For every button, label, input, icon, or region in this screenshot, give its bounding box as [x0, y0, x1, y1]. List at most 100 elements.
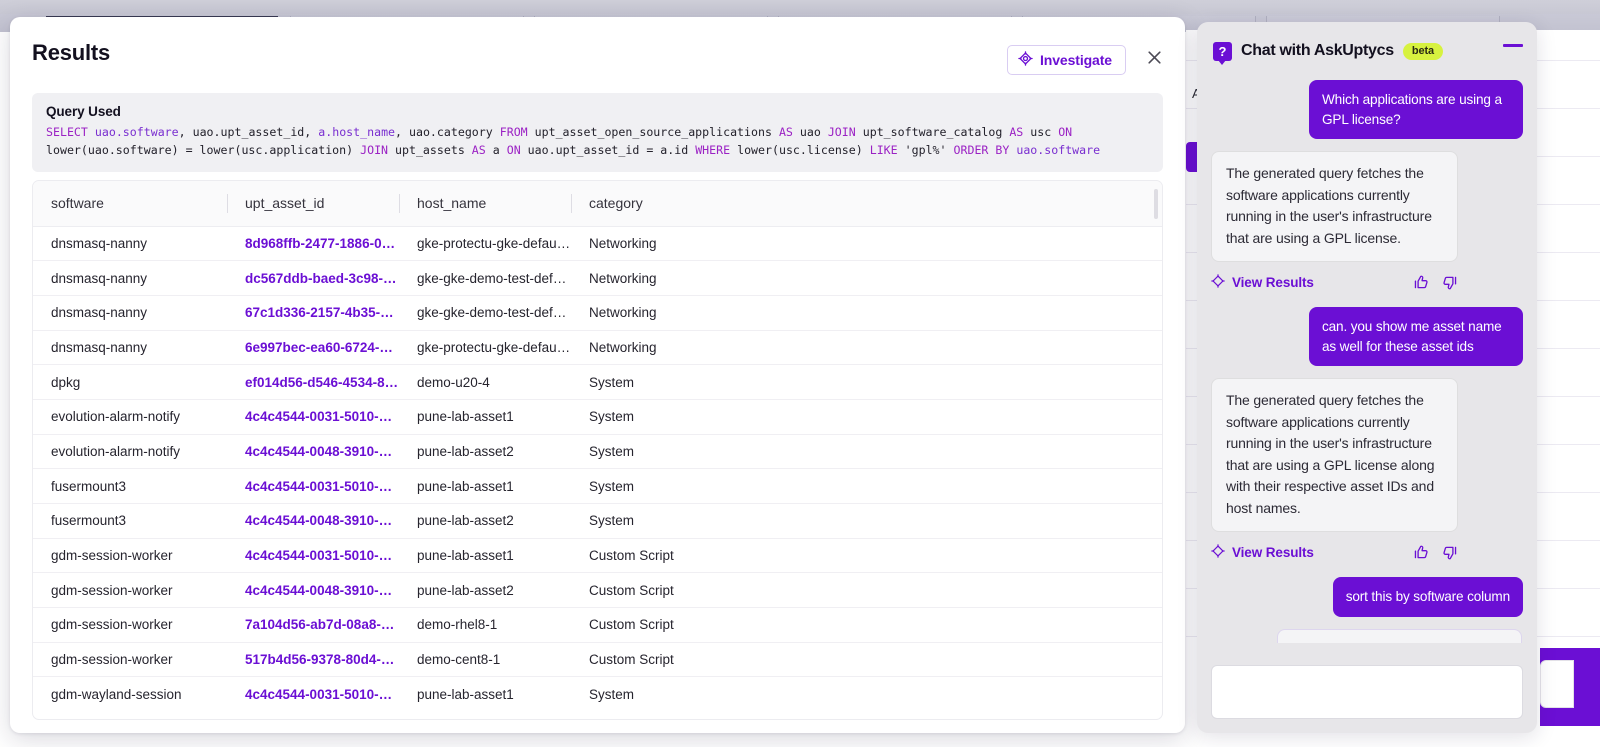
- cell-upt-asset-id[interactable]: 4c4c4544-0031-5010-80...: [227, 468, 399, 504]
- column-header-upt-asset-id[interactable]: upt_asset_id: [227, 181, 399, 227]
- column-header-software[interactable]: software: [33, 181, 227, 227]
- cell-upt-asset-id[interactable]: 67c1d336-2157-4b35-2e5...: [227, 295, 399, 331]
- cell-upt-asset-id[interactable]: 4c4c4544-0048-3910-80...: [227, 434, 399, 470]
- table-row[interactable]: dpkg ef014d56-d546-4534-89f... demo-u20-4 S…: [33, 364, 1162, 400]
- table-row[interactable]: gdm-wayland-session 4c4c4544-0031-5010-80…: [33, 677, 1162, 712]
- table-row[interactable]: gdm-session-worker 7a104d56-ab7d-08a8-3fd…: [33, 607, 1162, 643]
- investigate-button[interactable]: Investigate: [1006, 45, 1126, 75]
- cell-host-name: gke-protectu-gke-default-p...: [399, 226, 571, 262]
- chat-message-list[interactable]: Which applications are using a GPL licen…: [1197, 80, 1537, 675]
- target-diamond-icon: [1211, 274, 1225, 291]
- table-row[interactable]: evolution-alarm-notify 4c4c4544-0031-5010…: [33, 399, 1162, 435]
- cell-category: Networking: [571, 226, 1162, 262]
- sql-token: uao: [799, 125, 828, 139]
- cell-host-name: gke-gke-demo-test-default...: [399, 295, 571, 331]
- table-row[interactable]: dnsmasq-nannydc567ddb-baed-3c98-497...gk…: [33, 260, 1162, 296]
- sql-token: JOIN: [360, 142, 396, 157]
- column-header-host-name[interactable]: host_name: [399, 181, 571, 227]
- chat-input[interactable]: [1211, 665, 1523, 719]
- cell-category: Custom Script: [571, 642, 1162, 678]
- thumbs-down-icon[interactable]: [1430, 274, 1458, 291]
- chat-input-container: [1211, 665, 1523, 719]
- target-diamond-icon: [1018, 51, 1033, 69]
- sql-token: ORDER: [953, 142, 996, 157]
- chat-bubble-partial: [1277, 628, 1522, 643]
- table-row[interactable]: gdm-session-worker 4c4c4544-0048-3910-80.…: [33, 572, 1162, 609]
- table-row[interactable]: dnsmasq-nanny 6e997bec-ea60-6724-2b8... gk…: [33, 330, 1162, 366]
- cell-host-name: pune-lab-asset1: [417, 687, 514, 703]
- cell-software: gdm-session-worker: [33, 572, 227, 609]
- close-button[interactable]: [1141, 46, 1167, 72]
- query-used-panel: Query Used SELECT uao.software, uao.upt_…: [32, 93, 1163, 172]
- cell-category: System: [571, 468, 1162, 504]
- cell-upt-asset-id[interactable]: dc567ddb-baed-3c98-497...: [227, 260, 399, 296]
- sql-token: FROM: [499, 125, 535, 139]
- sql-token: uao.software: [1016, 142, 1101, 157]
- column-header-category[interactable]: category: [571, 181, 1162, 227]
- cell-host-name: pune-lab-asset2: [399, 503, 571, 539]
- sql-token: a.host_name: [318, 125, 396, 139]
- cell-category: Custom Script: [571, 572, 1162, 609]
- investigate-button-label: Investigate: [1039, 52, 1112, 68]
- cell-host-name: gke-gke-demo-test-default...: [399, 260, 571, 296]
- table-row[interactable]: dnsmasq-nanny 8d968ffb-2477-1886-08b... gk…: [33, 226, 1162, 262]
- cell-host-name: pune-lab-asset1: [399, 538, 571, 574]
- cell-upt-asset-id[interactable]: 4c4c4544-0048-3910-80...: [227, 572, 399, 609]
- cell-host-name: pune-lab-asset1: [399, 399, 571, 435]
- sql-token: uao.software: [94, 125, 179, 139]
- chat-bubble-text: The generated query fetches the software…: [1211, 151, 1458, 262]
- close-icon: [1146, 49, 1163, 69]
- cell-upt-asset-id[interactable]: 4c4c4544-0031-5010-80...: [227, 399, 399, 435]
- sql-token: , uao.category: [395, 125, 500, 139]
- sql-token: usc: [1030, 125, 1059, 139]
- view-results-button[interactable]: View Results: [1211, 544, 1314, 561]
- chat-message-user: sort this by software column: [1211, 577, 1523, 617]
- table-row[interactable]: gdm-session-worker 4c4c4544-0031-5010-80.…: [33, 538, 1162, 574]
- cell-upt-asset-id[interactable]: 4c4c4544-0048-3910-80...: [227, 503, 399, 539]
- page-title: Results: [32, 40, 111, 65]
- chat-title: Chat with AskUptycs: [1241, 42, 1394, 59]
- minimize-icon[interactable]: [1503, 44, 1523, 47]
- cell-category: Networking: [571, 260, 1162, 296]
- view-results-button[interactable]: View Results: [1211, 274, 1314, 291]
- sql-token: WHERE: [695, 142, 738, 157]
- sql-token: upt_assets: [395, 142, 472, 157]
- cell-upt-asset-id[interactable]: 6e997bec-ea60-6724-2b8...: [227, 330, 399, 366]
- chat-bubble-text: Which applications are using a GPL licen…: [1309, 80, 1523, 139]
- chat-header: ? Chat with AskUptycs beta: [1197, 22, 1537, 80]
- chat-panel: ? Chat with AskUptycs beta Which applica…: [1197, 22, 1537, 733]
- cell-upt-asset-id[interactable]: 7a104d56-ab7d-08a8-3fd...: [227, 607, 399, 643]
- cell-host-name: pune-lab-asset2: [399, 572, 571, 609]
- cell-upt-asset-id[interactable]: 4c4c4544-0031-5010-80...: [227, 677, 399, 712]
- table-row[interactable]: dnsmasq-nanny 67c1d336-2157-4b35-2e5... gk…: [33, 295, 1162, 331]
- cell-host-name: demo-u20-4: [399, 364, 571, 400]
- status-badge: beta: [1402, 42, 1444, 60]
- thumbs-down-icon[interactable]: [1430, 544, 1458, 561]
- cell-upt-asset-id[interactable]: 4c4c4544-0031-5010-80...: [227, 538, 399, 574]
- cell-category: Networking: [571, 295, 1162, 331]
- cell-category: Custom Script: [571, 607, 1162, 643]
- cell-software: fusermount3: [33, 468, 227, 504]
- table-row[interactable]: evolution-alarm-notify 4c4c4544-0048-3910…: [33, 434, 1162, 470]
- cell-software: gdm-session-worker: [33, 642, 227, 678]
- table-scrollbar[interactable]: [1154, 189, 1158, 219]
- thumbs-up-icon[interactable]: [1402, 544, 1430, 561]
- cell-upt-asset-id[interactable]: 8d968ffb-2477-1886-08b...: [227, 226, 399, 262]
- sql-token: lower(usc.license): [737, 142, 870, 157]
- results-table-body: dnsmasq-nanny 8d968ffb-2477-1886-08b... gk…: [33, 226, 1162, 712]
- table-row[interactable]: gdm-session-worker 517b4d56-9378-80d4-bfe…: [33, 642, 1162, 678]
- background-side-card: [1540, 660, 1574, 708]
- cell-upt-asset-id[interactable]: ef014d56-d546-4534-89f...: [227, 364, 399, 400]
- sql-token: ON: [1058, 125, 1073, 139]
- cell-category: System: [571, 399, 1162, 435]
- table-row[interactable]: fusermount3 4c4c4544-0048-3910-80... pune-…: [33, 503, 1162, 539]
- thumbs-up-icon[interactable]: [1402, 274, 1430, 291]
- target-diamond-icon: [1211, 544, 1225, 561]
- question-mark-icon: ?: [1213, 41, 1232, 65]
- cell-upt-asset-id[interactable]: 517b4d56-9378-80d4-bfe...: [227, 642, 399, 678]
- sql-token: JOIN: [827, 125, 863, 139]
- table-row[interactable]: fusermount3 4c4c4544-0031-5010-80... pune-…: [33, 468, 1162, 504]
- sql-token: ON: [506, 142, 528, 157]
- chat-message-user: can. you show me asset name as well for …: [1211, 307, 1523, 366]
- results-table-header: software upt_asset_id host_name category: [33, 181, 1162, 227]
